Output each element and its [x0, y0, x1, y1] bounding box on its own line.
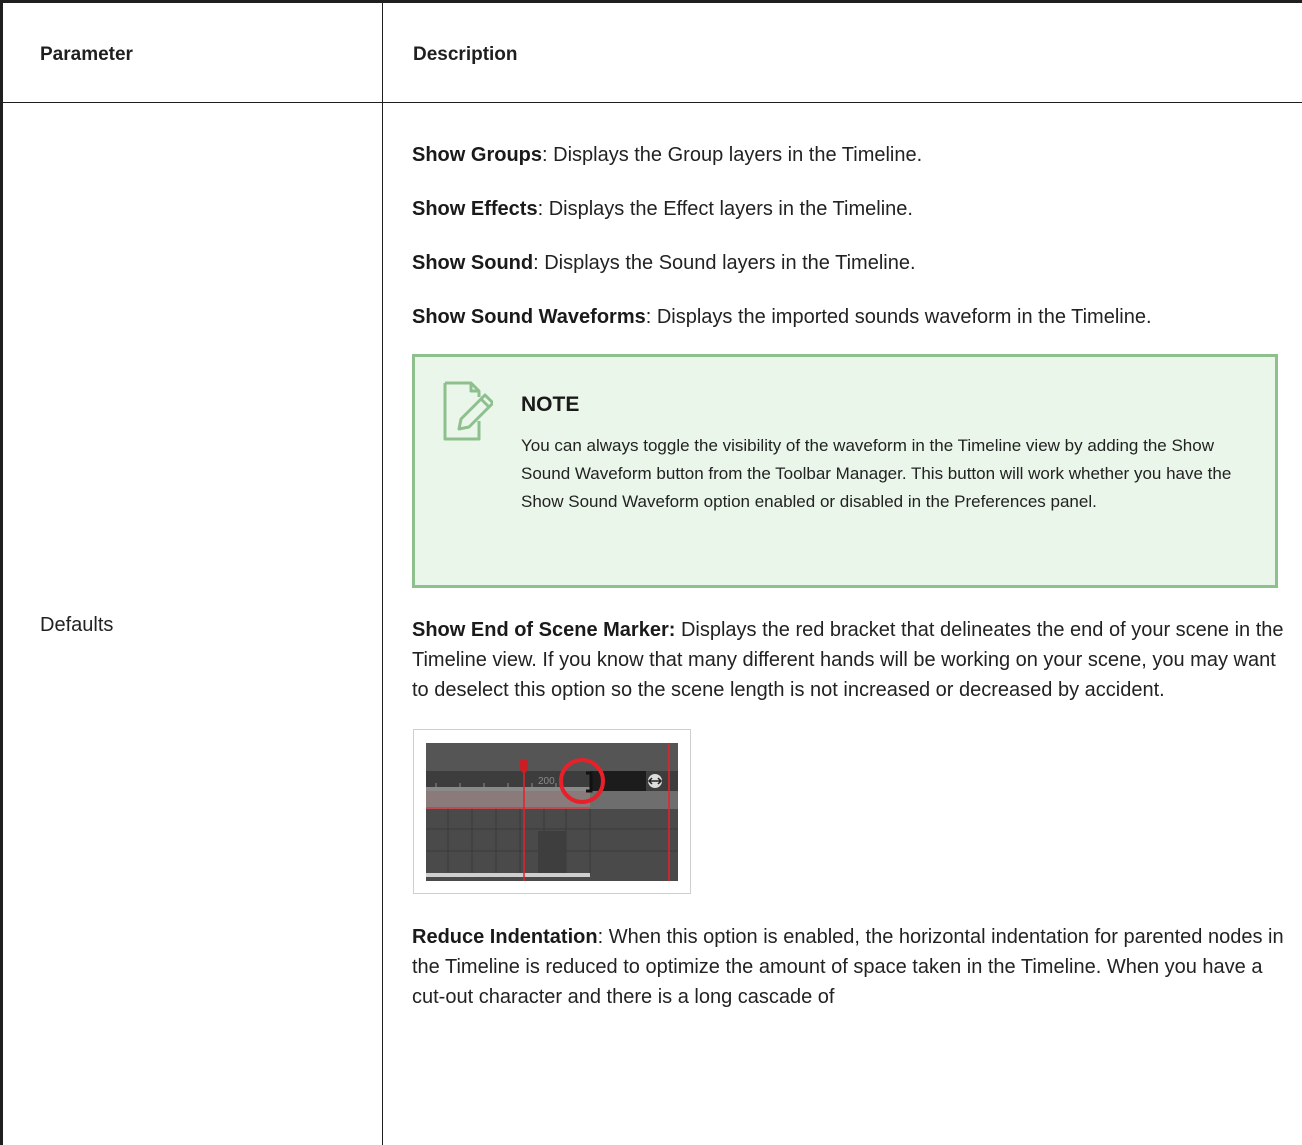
term: Show Sound	[412, 252, 534, 274]
item-text: Displays the Group layers in the Timelin…	[547, 144, 923, 166]
item-show-effects: Show Effects: Displays the Effect layers…	[412, 198, 913, 220]
note-title: NOTE	[521, 393, 580, 416]
timeline-image: 200	[426, 743, 678, 881]
item-text: Displays the imported sounds waveform in…	[651, 306, 1152, 328]
item-show-groups: Show Groups: Displays the Group layers i…	[412, 144, 923, 166]
term: Show Effects	[412, 198, 538, 220]
term: Show End of Scene Marker:	[412, 619, 676, 641]
description-cell: Show Groups: Displays the Group layers i…	[412, 140, 1292, 1036]
parameter-name: Defaults	[40, 614, 114, 636]
item-reduce-indentation: Reduce Indentation: When this option is …	[412, 926, 1284, 1008]
header-parameter: Parameter	[40, 44, 133, 65]
item-text: Displays the Effect layers in the Timeli…	[543, 198, 913, 220]
term: Show Sound Waveforms	[412, 306, 646, 328]
note-text: You can always toggle the visibility of …	[521, 436, 1232, 511]
frame-number-label: 200	[538, 776, 555, 787]
term: Reduce Indentation	[412, 926, 598, 948]
header-row-divider	[3, 102, 1302, 103]
item-text: Displays the Sound layers in the Timelin…	[538, 252, 916, 274]
term: Show Groups	[412, 144, 542, 166]
header-description: Description	[413, 44, 518, 65]
note-box: NOTE You can always toggle the visibilit…	[412, 354, 1278, 588]
note-pencil-icon	[443, 381, 493, 441]
item-show-sound-waveforms: Show Sound Waveforms: Displays the impor…	[412, 306, 1152, 328]
timeline-screenshot: 200	[413, 729, 691, 894]
column-divider	[382, 3, 383, 1145]
item-show-end-of-scene-marker: Show End of Scene Marker: Displays the r…	[412, 615, 1292, 705]
item-show-sound: Show Sound: Displays the Sound layers in…	[412, 252, 916, 274]
